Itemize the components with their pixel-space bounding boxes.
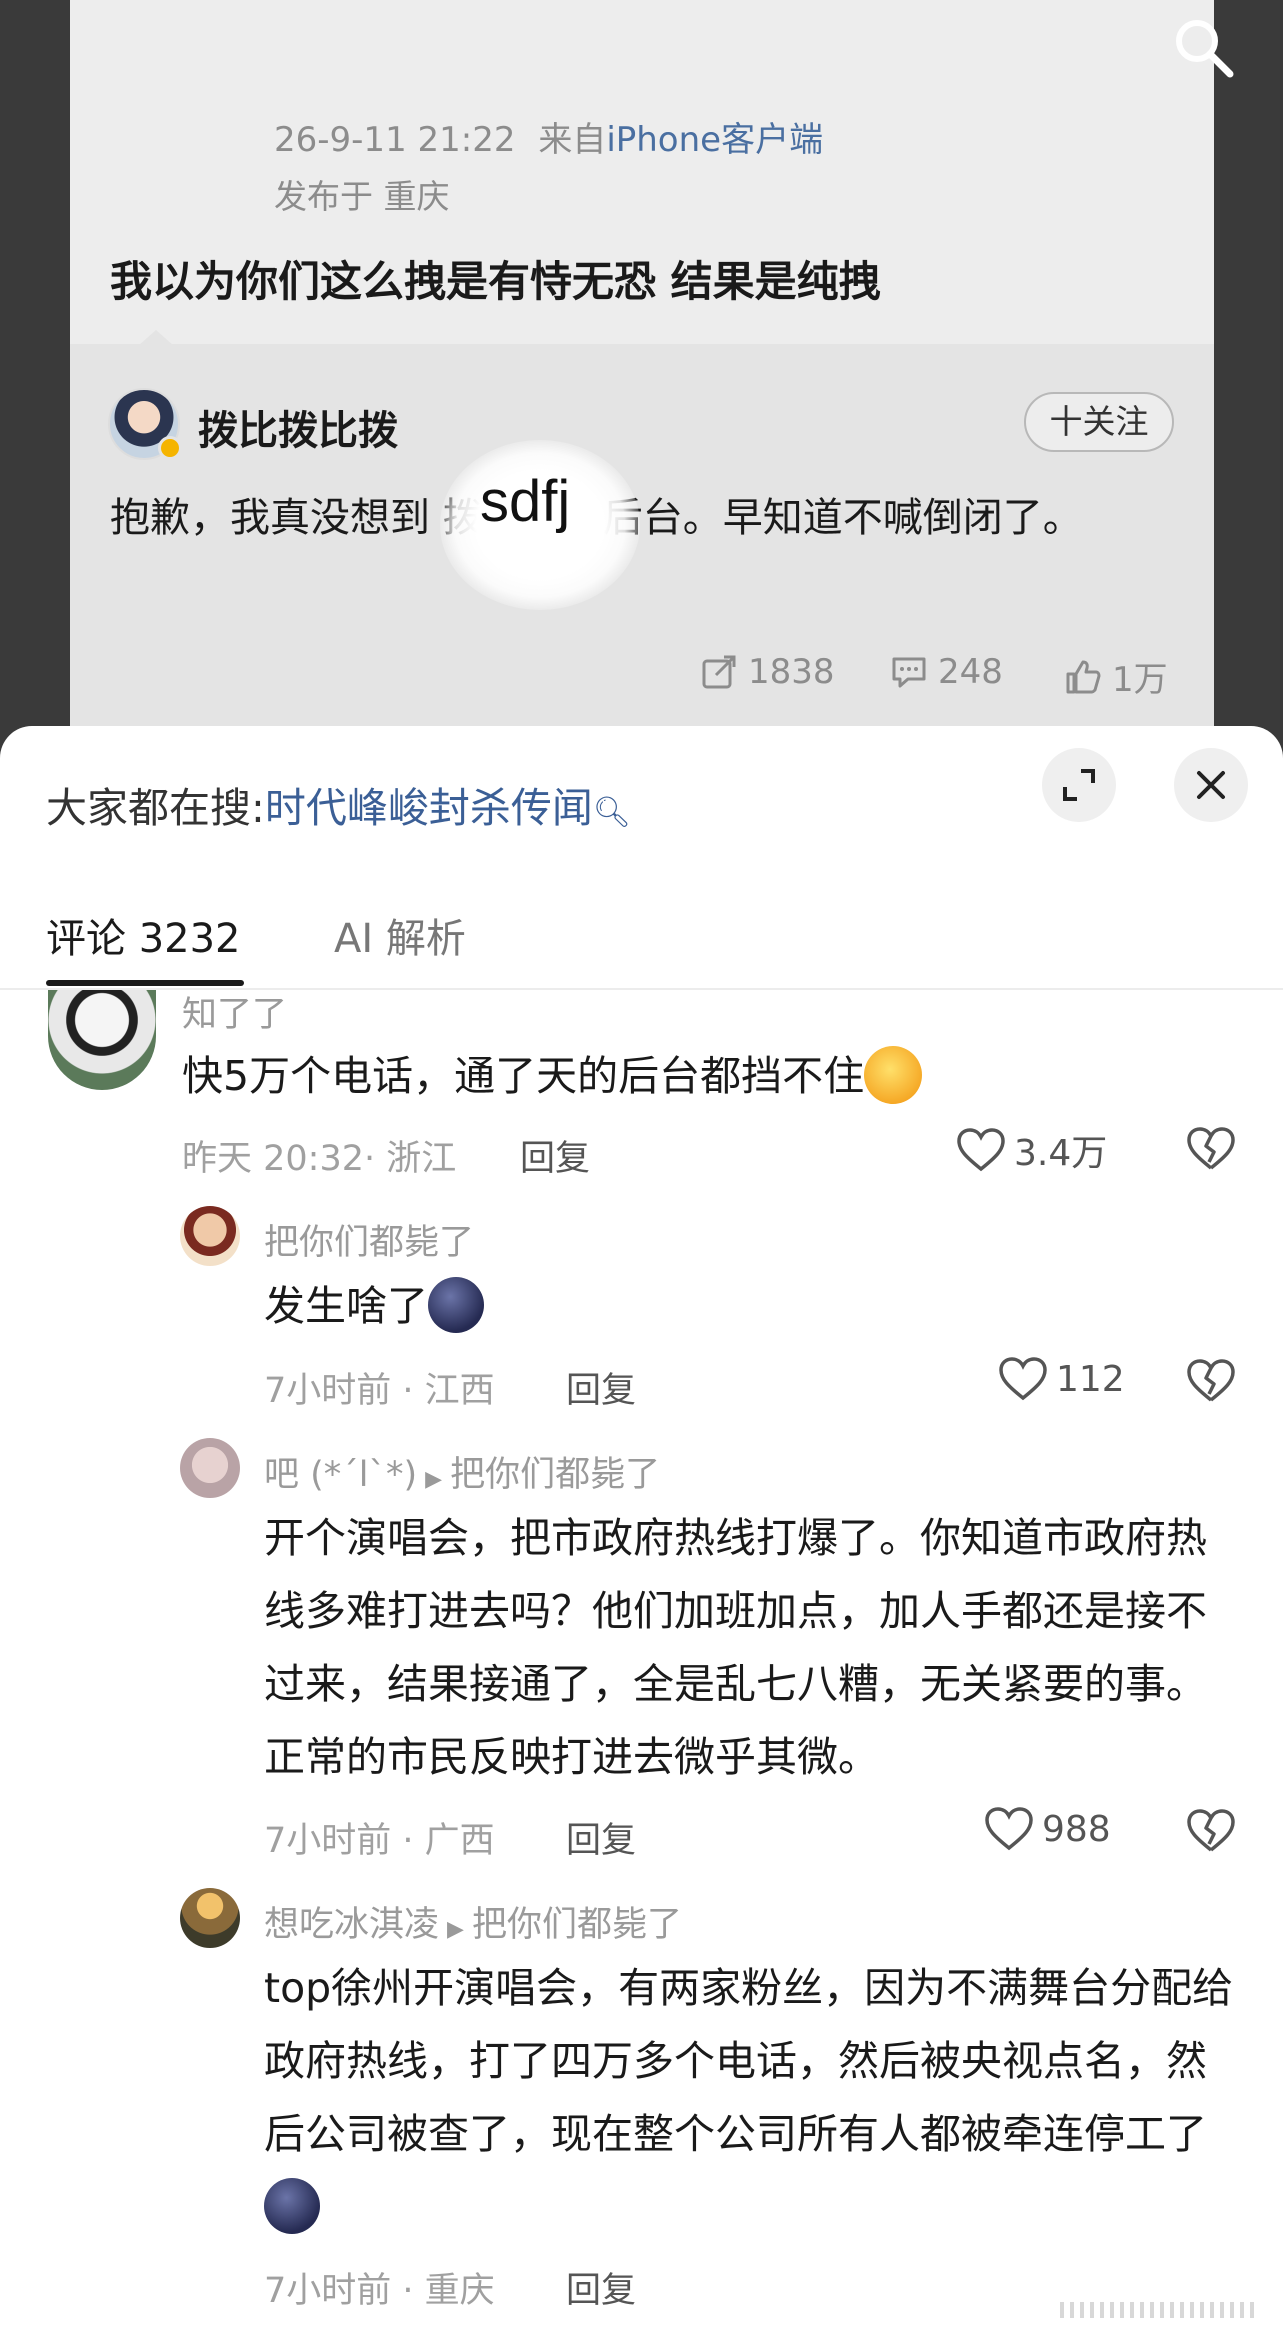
comment-username[interactable]: 知了了 bbox=[182, 986, 287, 1037]
share-stat[interactable]: 1838 bbox=[700, 652, 835, 692]
comment-stat[interactable]: 248 bbox=[890, 652, 1003, 692]
like-button[interactable]: 988 bbox=[984, 1806, 1111, 1852]
avatar[interactable] bbox=[180, 1438, 240, 1498]
comment-meta: 7小时前 · 广西 bbox=[264, 1821, 495, 1861]
comment-username[interactable]: 吧 (*´l`*) ▶ 把你们都毙了 bbox=[264, 1446, 660, 1497]
comment-text-content: 发生啥了 bbox=[264, 1282, 428, 1330]
avatar[interactable] bbox=[180, 1888, 240, 1948]
heart-icon bbox=[985, 1807, 1033, 1851]
like-button[interactable]: 112 bbox=[998, 1356, 1125, 1402]
comment-text: 开个演唱会，把市政府热线打爆了。你知道市政府热线多难打进去吗？他们加班加点，加人… bbox=[264, 1514, 1207, 1781]
verified-badge-icon bbox=[158, 436, 182, 460]
reply-button[interactable]: 回复 bbox=[566, 1812, 636, 1863]
post-meta: 26-9-11 21:22 来自iPhone客户端 bbox=[274, 112, 823, 161]
reply-button[interactable]: 回复 bbox=[520, 1130, 590, 1181]
overlay-label: sdfj bbox=[480, 469, 571, 534]
post-time: 26-9-11 21:22 bbox=[274, 120, 516, 160]
expand-button[interactable] bbox=[1042, 748, 1116, 822]
tab-ai-analysis[interactable]: AI 解析 bbox=[334, 906, 466, 964]
post-source[interactable]: iPhone客户端 bbox=[606, 120, 823, 160]
hot-search-bar[interactable]: 大家都在搜:时代峰峻封杀传闻🔍︎ bbox=[46, 774, 631, 834]
comment-text-content: top徐州开演唱会，有两家粉丝，因为不满舞台分配给政府热线，打了四万多个电话，然… bbox=[264, 1964, 1234, 2158]
follow-button[interactable]: 十关注 bbox=[1024, 392, 1174, 452]
search-icon[interactable] bbox=[1170, 14, 1236, 80]
heart-icon bbox=[999, 1357, 1047, 1401]
like-count: 988 bbox=[1042, 1808, 1111, 1850]
post-location: 发布于 重庆 bbox=[274, 177, 450, 216]
heart-icon bbox=[957, 1128, 1005, 1172]
comment-meta: 7小时前 · 重庆 bbox=[264, 2271, 495, 2311]
share-count: 1838 bbox=[748, 652, 835, 692]
comment-text-content: 快5万个电话，通了天的后台都挡不住 bbox=[182, 1052, 865, 1100]
like-stat[interactable]: 1万 bbox=[1064, 652, 1168, 701]
broken-heart-icon[interactable] bbox=[1186, 1126, 1236, 1172]
reply-arrow-icon: ▶ bbox=[447, 1917, 464, 1942]
comment-icon bbox=[892, 657, 926, 688]
comment-meta: 昨天 20:32· 浙江 bbox=[182, 1139, 457, 1179]
like-button[interactable]: 3.4万 bbox=[956, 1124, 1107, 1176]
comment-meta: 7小时前 · 江西 bbox=[264, 1371, 495, 1411]
close-icon bbox=[1197, 771, 1225, 799]
reply-author[interactable]: 吧 (*´l`*) bbox=[264, 1455, 417, 1495]
tab-comments[interactable]: 评论 3232 bbox=[46, 906, 241, 964]
like-count: 1万 bbox=[1112, 660, 1168, 700]
magnifier-icon: 🔍︎ bbox=[592, 795, 631, 830]
reply-arrow-icon: ▶ bbox=[425, 1467, 443, 1492]
reply-button[interactable]: 回复 bbox=[566, 2262, 636, 2313]
share-icon bbox=[702, 655, 736, 689]
post-from: 来自 bbox=[538, 120, 607, 160]
hot-search-prefix: 大家都在搜: bbox=[46, 784, 265, 832]
avatar[interactable] bbox=[180, 1206, 240, 1266]
comment-text: 发生啥了 bbox=[264, 1270, 484, 1343]
broken-heart-icon[interactable] bbox=[1186, 1808, 1236, 1854]
reply-target[interactable]: 把你们都毙了 bbox=[472, 1905, 682, 1945]
comment-username[interactable]: 想吃冰淇凌 ▶ 把你们都毙了 bbox=[264, 1896, 682, 1947]
comment-username[interactable]: 把你们都毙了 bbox=[264, 1214, 474, 1265]
watermark-bars bbox=[1060, 2302, 1254, 2318]
reply-target[interactable]: 把你们都毙了 bbox=[450, 1455, 660, 1495]
repost-author[interactable]: 拨比拨比拨 bbox=[198, 398, 398, 456]
sweat-smile-emoji-icon bbox=[864, 1046, 923, 1104]
moon-face-emoji-icon bbox=[264, 2178, 320, 2234]
repost-text: 抱歉，我真没想到 拨这么没后台。早知道不喊倒闭了。 bbox=[110, 495, 1083, 541]
comment-text: top徐州开演唱会，有两家粉丝，因为不满舞台分配给政府热线，打了四万多个电话，然… bbox=[264, 1952, 1244, 2244]
like-count: 112 bbox=[1056, 1358, 1125, 1400]
like-count: 3.4万 bbox=[1014, 1133, 1108, 1174]
expand-icon bbox=[1063, 769, 1095, 801]
moon-face-emoji-icon bbox=[428, 1277, 484, 1333]
comment-count: 248 bbox=[938, 652, 1003, 692]
close-button[interactable] bbox=[1174, 748, 1248, 822]
thumbs-up-icon bbox=[1066, 660, 1101, 693]
comment-text: 快5万个电话，通了天的后台都挡不住 bbox=[182, 1040, 923, 1113]
broken-heart-icon[interactable] bbox=[1186, 1358, 1236, 1404]
reply-author[interactable]: 想吃冰淇凌 bbox=[264, 1905, 439, 1945]
reply-button[interactable]: 回复 bbox=[566, 1362, 636, 1413]
hot-search-keyword[interactable]: 时代峰峻封杀传闻 bbox=[265, 784, 593, 832]
post-text: 我以为你们这么拽是有恃无恐 结果是纯拽 bbox=[110, 257, 881, 306]
